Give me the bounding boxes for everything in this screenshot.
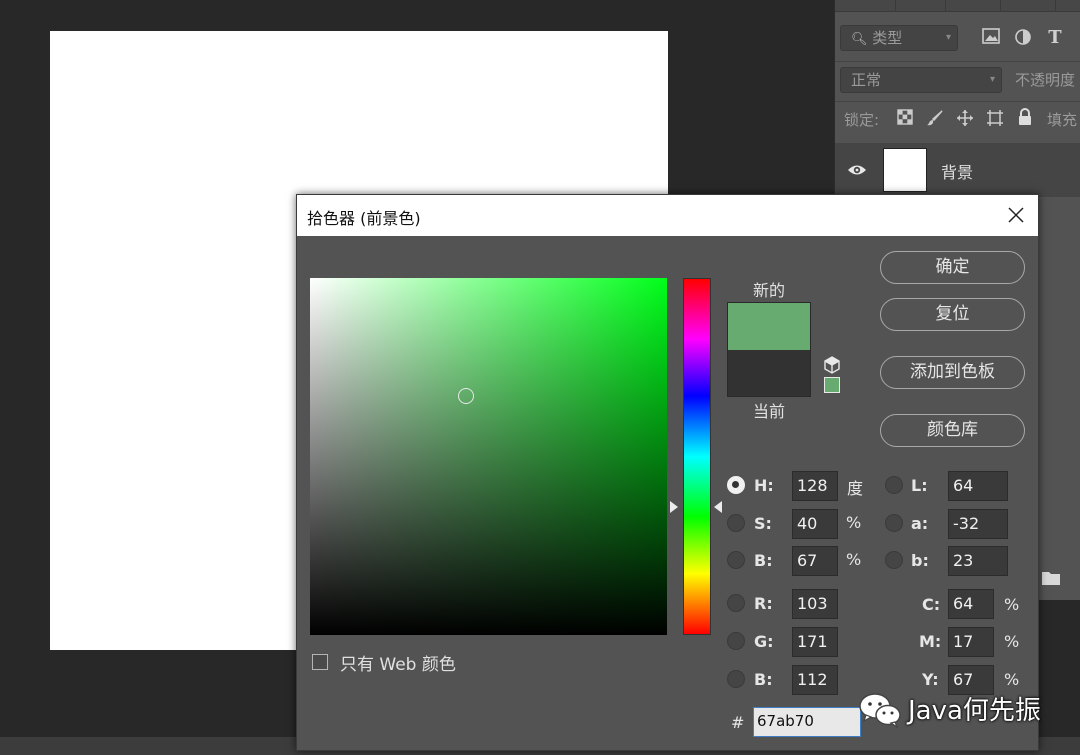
lock-all-icon[interactable] bbox=[1015, 108, 1035, 128]
filter-kind-label: 类型 bbox=[872, 29, 903, 47]
wechat-icon bbox=[858, 692, 902, 729]
lightness-label: L: bbox=[911, 476, 928, 495]
eye-icon[interactable] bbox=[847, 161, 867, 179]
red-label: R: bbox=[754, 594, 773, 613]
adjustment-layer-filter-icon[interactable] bbox=[1013, 28, 1033, 48]
saturation-brightness-field[interactable] bbox=[310, 278, 667, 635]
hue-slider-handle-right[interactable] bbox=[714, 501, 722, 513]
lab-a-label: a: bbox=[911, 514, 929, 533]
reset-button[interactable]: 复位 bbox=[880, 298, 1025, 331]
yellow-label: Y: bbox=[922, 670, 939, 689]
layer-name: 背景 bbox=[941, 163, 974, 182]
close-button[interactable] bbox=[1003, 202, 1029, 228]
lock-image-pixels-brush-icon[interactable] bbox=[925, 109, 945, 129]
brightness-input[interactable]: 67 bbox=[792, 546, 838, 576]
hue-radio[interactable] bbox=[727, 476, 745, 494]
search-icon: 🔍︎ bbox=[851, 32, 868, 47]
layer-filter-row: 🔍︎ 类型 ▾ T bbox=[835, 18, 1080, 62]
saturation-input[interactable]: 40 bbox=[792, 509, 838, 539]
color-field-marker[interactable] bbox=[458, 388, 474, 404]
hue-input[interactable]: 128 bbox=[792, 471, 838, 501]
brightness-radio[interactable] bbox=[727, 551, 745, 569]
brightness-label: B: bbox=[754, 551, 773, 570]
web-colors-only-label: 只有 Web 颜色 bbox=[340, 655, 456, 675]
out-of-web-gamut-cube-icon[interactable] bbox=[823, 356, 841, 374]
cyan-unit: % bbox=[1004, 595, 1020, 614]
hue-slider-handle-left[interactable] bbox=[670, 501, 678, 513]
new-color-label: 新的 bbox=[752, 281, 785, 300]
pixel-layer-filter-icon[interactable] bbox=[981, 28, 1001, 48]
red-input[interactable]: 103 bbox=[792, 589, 838, 619]
hex-input[interactable]: 67ab70 bbox=[753, 707, 861, 737]
lightness-radio[interactable] bbox=[885, 476, 903, 494]
lab-b-label: b: bbox=[911, 551, 929, 570]
type-layer-filter-icon[interactable]: T bbox=[1045, 28, 1065, 48]
magenta-label: M: bbox=[919, 632, 942, 651]
opacity-label: 不透明度 bbox=[1015, 71, 1076, 89]
magenta-input[interactable]: 17 bbox=[948, 627, 994, 657]
chevron-down-icon: ▾ bbox=[989, 74, 995, 85]
lab-a-input[interactable]: -32 bbox=[948, 509, 1008, 539]
current-color-swatch[interactable] bbox=[727, 350, 811, 397]
lock-artboard-icon[interactable] bbox=[985, 109, 1005, 129]
watermark: Java何先振 bbox=[858, 688, 1058, 729]
green-radio[interactable] bbox=[727, 632, 745, 650]
lock-transparent-pixels-icon[interactable] bbox=[895, 109, 915, 129]
saturation-label: S: bbox=[754, 514, 772, 533]
cyan-label: C: bbox=[922, 595, 941, 614]
green-input[interactable]: 171 bbox=[792, 627, 838, 657]
dialog-title: 拾色器 (前景色) bbox=[307, 209, 421, 228]
panel-tab-row bbox=[835, 0, 1080, 12]
add-to-swatches-button[interactable]: 添加到色板 bbox=[880, 356, 1025, 389]
red-radio[interactable] bbox=[727, 594, 745, 612]
brightness-unit: % bbox=[846, 550, 862, 569]
lab-b-input[interactable]: 23 bbox=[948, 546, 1008, 576]
saturation-unit: % bbox=[846, 513, 862, 532]
lock-row: 锁定: 填充 bbox=[835, 102, 1080, 138]
blend-mode-select[interactable]: 正常 ▾ bbox=[840, 67, 1002, 93]
cyan-input[interactable]: 64 bbox=[948, 589, 994, 619]
blend-opacity-row: 正常 ▾ 不透明度 bbox=[835, 62, 1080, 102]
blue-radio[interactable] bbox=[727, 670, 745, 688]
hex-label: # bbox=[731, 713, 745, 732]
web-safe-color-swatch[interactable] bbox=[824, 377, 840, 393]
new-color-swatch bbox=[727, 302, 811, 350]
color-libraries-button[interactable]: 颜色库 bbox=[880, 414, 1025, 447]
layer-thumbnail bbox=[883, 148, 927, 192]
hue-label: H: bbox=[754, 476, 774, 495]
ok-button[interactable]: 确定 bbox=[880, 251, 1025, 284]
green-label: G: bbox=[754, 632, 774, 651]
lock-position-move-icon[interactable] bbox=[955, 109, 975, 129]
chevron-down-icon: ▾ bbox=[945, 32, 951, 43]
blue-input[interactable]: 112 bbox=[792, 665, 838, 695]
hue-slider[interactable] bbox=[683, 278, 711, 635]
current-color-label: 当前 bbox=[752, 402, 785, 421]
new-group-folder-icon[interactable] bbox=[1041, 570, 1061, 586]
web-colors-only-checkbox[interactable] bbox=[312, 654, 328, 670]
dialog-titlebar[interactable]: 拾色器 (前景色) bbox=[297, 195, 1038, 236]
lab-a-radio[interactable] bbox=[885, 514, 903, 532]
layer-row-background[interactable]: 背景 bbox=[835, 143, 1080, 197]
fill-label: 填充 bbox=[1047, 111, 1078, 129]
blue-label: B: bbox=[754, 670, 773, 689]
close-icon bbox=[1008, 207, 1024, 223]
lab-b-radio[interactable] bbox=[885, 551, 903, 569]
magenta-unit: % bbox=[1004, 632, 1020, 651]
lock-label: 锁定: bbox=[844, 111, 880, 129]
hue-unit: 度 bbox=[847, 479, 864, 498]
watermark-text: Java何先振 bbox=[908, 696, 1041, 726]
saturation-radio[interactable] bbox=[727, 514, 745, 532]
color-picker-dialog: 拾色器 (前景色) 新的 当前 确定 复位 添加到色板 颜色库 H: 128 度… bbox=[296, 194, 1039, 751]
lightness-input[interactable]: 64 bbox=[948, 471, 1008, 501]
yellow-unit: % bbox=[1004, 670, 1020, 689]
layer-filter-kind-select[interactable]: 🔍︎ 类型 ▾ bbox=[840, 25, 958, 51]
blend-mode-label: 正常 bbox=[851, 71, 882, 89]
